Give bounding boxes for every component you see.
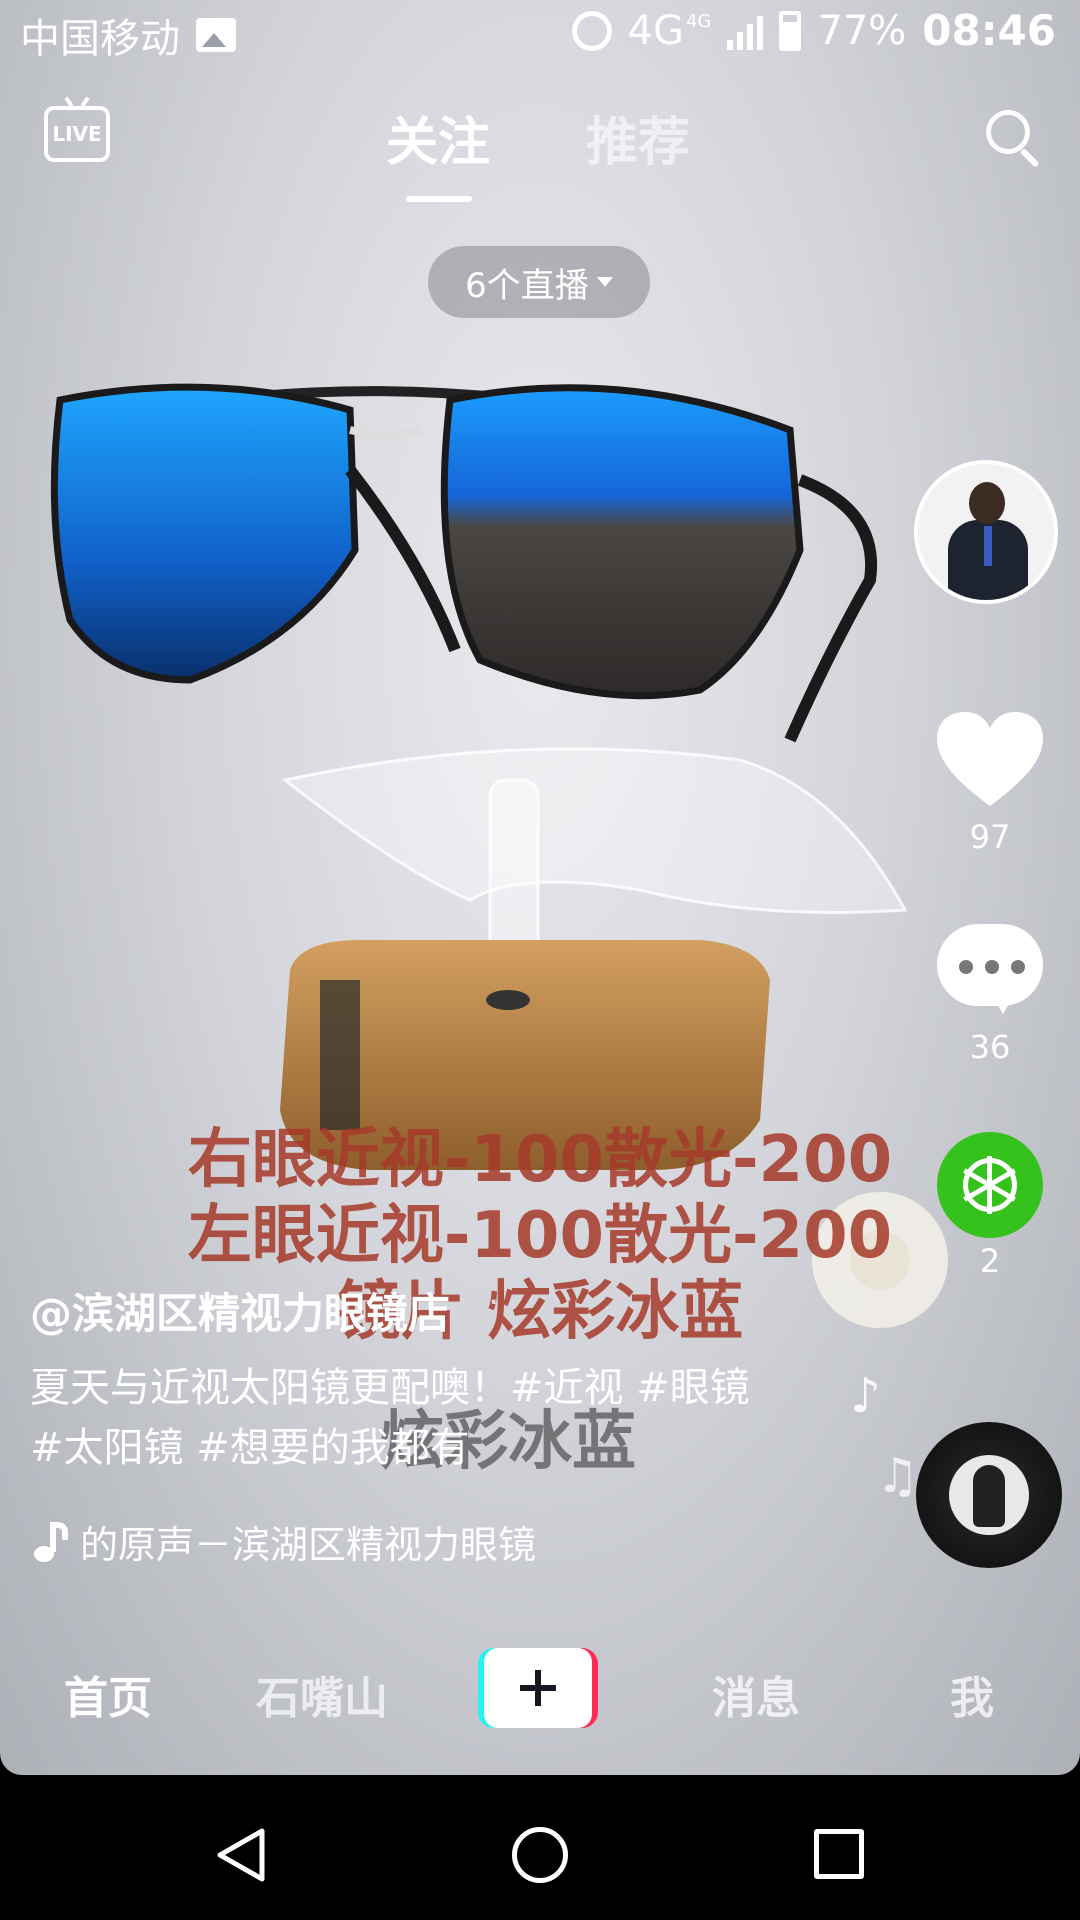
tab-home[interactable]: 首页 bbox=[64, 1662, 152, 1726]
like-button[interactable]: 97 bbox=[930, 710, 1050, 856]
back-icon[interactable] bbox=[212, 1825, 272, 1885]
subtitle-line-2: 左眼近视-100散光-200 bbox=[187, 1199, 893, 1273]
alarm-icon bbox=[571, 10, 612, 51]
tiktok-note-icon bbox=[30, 1521, 68, 1562]
battery-percent: 77% bbox=[817, 7, 907, 54]
subtitle-line-1: 右眼近视-100散光-200 bbox=[187, 1123, 893, 1197]
display-stand-plate bbox=[281, 747, 908, 914]
music-note-icon-2: ♫ bbox=[876, 1448, 920, 1504]
system-nav-bar bbox=[0, 1775, 1080, 1920]
share-icon bbox=[937, 1132, 1043, 1238]
tab-city[interactable]: 石嘴山 bbox=[256, 1662, 388, 1726]
image-notification-icon bbox=[196, 18, 236, 52]
active-tab-indicator bbox=[406, 196, 472, 202]
share-count: 2 bbox=[979, 1242, 1001, 1280]
live-count-label: 6个直播 bbox=[465, 265, 589, 306]
screen: 右眼近视-100散光-200 左眼近视-100散光-200 镜片 炫彩冰蓝 炫彩… bbox=[0, 0, 1080, 1920]
right-lens bbox=[440, 384, 804, 700]
live-count-pill[interactable]: 6个直播 bbox=[428, 246, 650, 318]
network-type: 4G bbox=[627, 7, 684, 54]
left-lens bbox=[50, 383, 359, 684]
status-bar: 中国移动 4G 4G 77% 08:46 bbox=[0, 0, 1080, 72]
author-name[interactable]: @滨湖区精视力眼镜店 bbox=[30, 1280, 450, 1341]
bottom-tab-bar: 首页 石嘴山 消息 我 bbox=[0, 1620, 1080, 1760]
tab-recommended[interactable]: 推荐 bbox=[586, 100, 690, 175]
comment-button[interactable]: 36 bbox=[930, 924, 1050, 1066]
live-tv-icon[interactable]: LIVE bbox=[44, 106, 110, 162]
music-info[interactable]: 的原声－滨湖区精视力眼镜 bbox=[30, 1514, 580, 1569]
music-title: 的原声－滨湖区精视力眼镜 bbox=[80, 1523, 537, 1567]
search-icon[interactable] bbox=[986, 110, 1040, 168]
tab-following[interactable]: 关注 bbox=[386, 100, 490, 175]
tab-messages[interactable]: 消息 bbox=[712, 1662, 800, 1726]
post-description: 夏天与近视太阳镜更配噢！#近视 #眼镜 #太阳镜 #想要的我都有 bbox=[30, 1365, 750, 1471]
like-count: 97 bbox=[969, 818, 1011, 856]
author-separator: · bbox=[488, 1282, 500, 1323]
share-button[interactable]: 2 bbox=[930, 1132, 1050, 1280]
tab-me[interactable]: 我 bbox=[950, 1662, 994, 1726]
recent-apps-icon[interactable] bbox=[814, 1829, 864, 1879]
battery-icon bbox=[779, 10, 802, 51]
signal-icon bbox=[727, 12, 764, 50]
heart-icon bbox=[937, 712, 1043, 806]
top-nav: LIVE 关注 推荐 bbox=[0, 100, 1080, 210]
clock: 08:46 bbox=[922, 6, 1056, 55]
home-icon[interactable] bbox=[512, 1827, 568, 1883]
comment-count: 36 bbox=[969, 1028, 1011, 1066]
network-type-small: 4G bbox=[685, 11, 712, 32]
video-player[interactable]: 右眼近视-100散光-200 左眼近视-100散光-200 镜片 炫彩冰蓝 炫彩… bbox=[0, 0, 1080, 1775]
comment-icon bbox=[937, 924, 1043, 1024]
carrier-name: 中国移动 bbox=[20, 16, 180, 62]
music-disc[interactable] bbox=[916, 1422, 1062, 1568]
music-note-icon: ♪ bbox=[850, 1368, 881, 1424]
create-button[interactable] bbox=[478, 1648, 598, 1728]
caret-down-icon bbox=[596, 277, 613, 287]
author-avatar[interactable] bbox=[914, 460, 1058, 604]
